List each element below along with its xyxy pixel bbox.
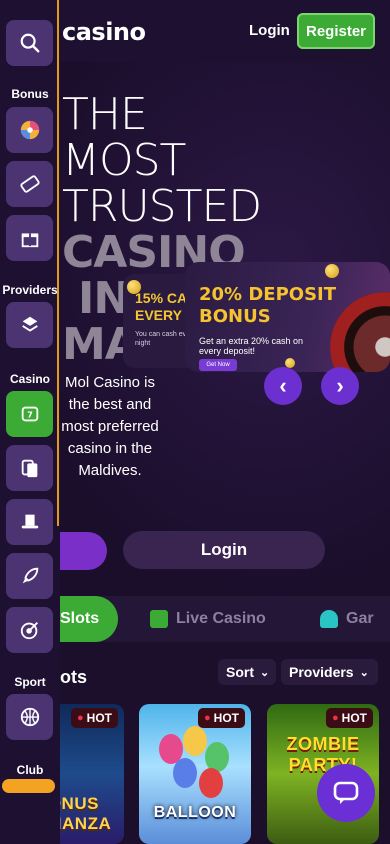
hero-title-line: THE bbox=[62, 89, 148, 140]
login-link[interactable]: Login bbox=[249, 22, 290, 39]
balloon-icon bbox=[199, 768, 223, 798]
basketball-icon bbox=[20, 707, 39, 727]
hero-title-line: TRUSTED bbox=[62, 181, 262, 232]
promo-slide-deposit-bonus[interactable]: 20% DEPOSIT BONUS Get an extra 20% cash … bbox=[185, 262, 390, 372]
gift-icon bbox=[21, 233, 38, 248]
tab-label: Gar bbox=[346, 610, 374, 627]
providers-icon bbox=[21, 316, 38, 332]
sidebar-item-target[interactable] bbox=[6, 607, 53, 653]
badge-label: HOT bbox=[86, 711, 112, 725]
sidebar-item-slots[interactable]: 7 bbox=[6, 391, 53, 437]
hero-title-line: MOST bbox=[62, 135, 186, 186]
badge-label: HOT bbox=[213, 711, 239, 725]
sidebar-section-providers: Providers bbox=[2, 283, 58, 297]
tab-label: Live Casino bbox=[176, 610, 266, 627]
rocket-icon bbox=[22, 567, 38, 584]
carousel-prev-button[interactable]: ‹ bbox=[264, 367, 302, 405]
sidebar-section-casino: Casino bbox=[9, 372, 50, 386]
chat-icon bbox=[333, 781, 359, 804]
tab-games[interactable]: Gar bbox=[320, 596, 374, 642]
live-chat-button[interactable] bbox=[317, 764, 375, 822]
flame-icon: ● bbox=[204, 712, 211, 724]
promo-slide-title: 20% DEPOSIT BONUS bbox=[199, 284, 337, 327]
game-title: BALLOON bbox=[153, 804, 237, 821]
slot-machine-icon: 7 bbox=[21, 406, 38, 422]
providers-dropdown[interactable]: Providers ⌄ bbox=[281, 659, 378, 685]
hot-badge: ● HOT bbox=[198, 708, 245, 728]
sidebar-section-bonus: Bonus bbox=[11, 87, 49, 101]
badge-label: HOT bbox=[341, 711, 367, 725]
target-icon bbox=[20, 622, 38, 640]
sidebar-item-gifts[interactable] bbox=[6, 215, 53, 261]
sidebar-section-club: Club bbox=[16, 763, 44, 777]
flame-icon: ● bbox=[332, 712, 339, 724]
get-now-button[interactable]: Get Now bbox=[199, 359, 237, 371]
register-button[interactable]: Register bbox=[297, 13, 375, 49]
fortune-wheel-icon bbox=[20, 120, 39, 140]
hero-description: Mol Casino is the best and most preferre… bbox=[61, 374, 159, 479]
roulette-wheel-icon bbox=[330, 292, 390, 372]
sidebar-item-magic[interactable] bbox=[6, 499, 53, 545]
casino-logo[interactable]: casino bbox=[62, 18, 146, 46]
games-icon bbox=[320, 610, 338, 628]
promo-carousel[interactable]: 15% CAS EVERY N You can cash every night… bbox=[123, 262, 390, 405]
top-hat-icon bbox=[21, 514, 38, 529]
hot-badge: ● HOT bbox=[71, 708, 118, 728]
sidebar-section-sport: Sport bbox=[14, 675, 46, 689]
tab-label: Slots bbox=[60, 610, 100, 627]
sidebar: Bonus Providers Casino 7 Sport Club bbox=[0, 0, 60, 844]
ticket-icon bbox=[19, 175, 40, 193]
sidebar-item-basketball[interactable] bbox=[6, 694, 53, 740]
sort-dropdown[interactable]: Sort ⌄ bbox=[218, 659, 276, 685]
balloon-icon bbox=[173, 758, 197, 788]
svg-text:7: 7 bbox=[27, 410, 33, 420]
promo-slide-subtitle: Get an extra 20% cash on every deposit! bbox=[199, 336, 304, 356]
balloon-icon bbox=[183, 726, 207, 756]
providers-label: Providers bbox=[289, 664, 354, 680]
sidebar-item-providers[interactable] bbox=[6, 302, 53, 348]
tab-live-casino[interactable]: Live Casino bbox=[150, 596, 266, 642]
search-button[interactable] bbox=[6, 20, 53, 66]
carousel-next-button[interactable]: › bbox=[321, 367, 359, 405]
sidebar-item-wheel[interactable] bbox=[6, 107, 53, 153]
game-card[interactable]: ● HOT BALLOON bbox=[139, 704, 251, 844]
sidebar-item-crash[interactable] bbox=[6, 553, 53, 599]
coin-icon bbox=[325, 264, 339, 278]
section-title: ots bbox=[60, 667, 87, 687]
live-casino-icon bbox=[150, 610, 168, 628]
chevron-down-icon: ⌄ bbox=[359, 666, 369, 679]
playing-cards-icon bbox=[21, 459, 37, 478]
sort-label: Sort bbox=[226, 664, 254, 680]
sidebar-item-tickets[interactable] bbox=[6, 161, 53, 207]
hot-badge: ● HOT bbox=[326, 708, 373, 728]
hero-login-button[interactable]: Login bbox=[123, 531, 325, 569]
club-progress-bar[interactable] bbox=[2, 779, 55, 793]
chevron-down-icon: ⌄ bbox=[260, 666, 270, 679]
sidebar-item-cards[interactable] bbox=[6, 445, 53, 491]
search-icon bbox=[20, 33, 39, 53]
flame-icon: ● bbox=[77, 712, 84, 724]
